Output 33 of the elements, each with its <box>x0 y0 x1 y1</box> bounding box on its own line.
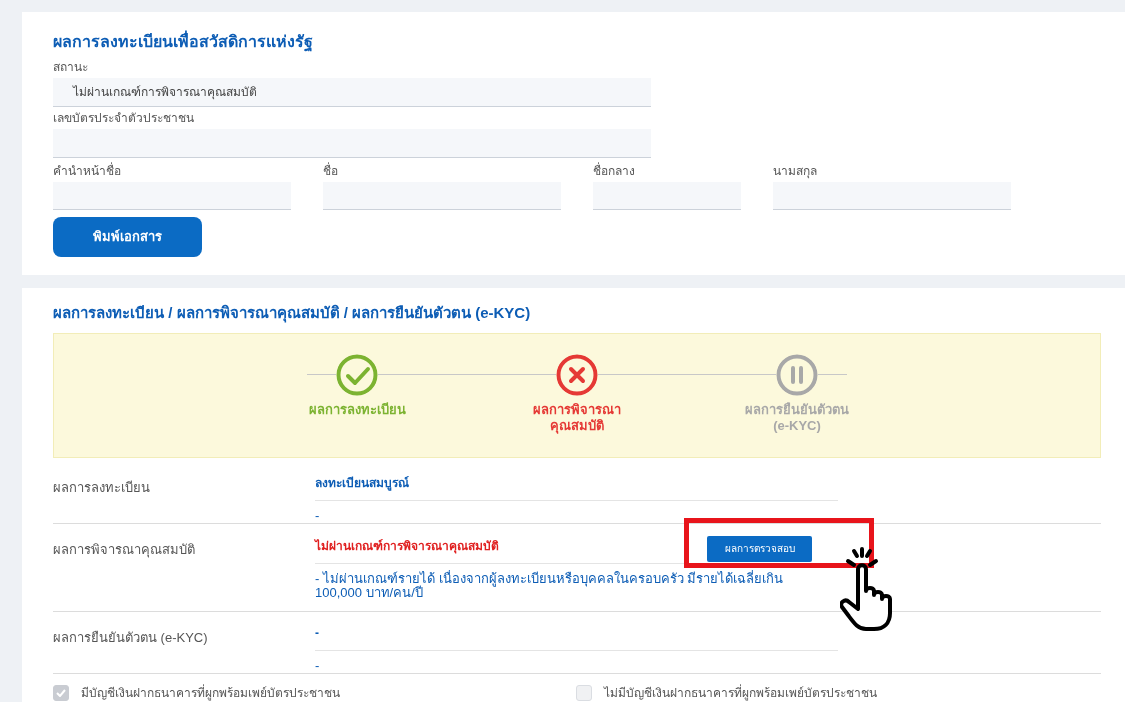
note-text: - ไม่ผ่านเกณฑ์รายได้ เนื่องจากผู้ลงทะเบียนหรือบุคคลในครอบครัว มีรายได้เฉลี่ยเกิน 100,000 บาท/คน/ปี <box>315 569 785 600</box>
note-text: - <box>315 657 321 673</box>
input-field[interactable] <box>53 129 651 158</box>
step-label: ผลการยืนยันตัวตน (e-KYC) <box>745 402 849 434</box>
checkbox[interactable] <box>576 685 592 701</box>
input-field[interactable]: ไม่ผ่านเกณฑ์การพิจารณาคุณสมบัติ <box>53 78 651 107</box>
section-title: ผลการลงทะเบียนเพื่อสวัสดิการแห่งรัฐ <box>53 30 1125 56</box>
check-result-button[interactable]: ผลการตรวจสอบ <box>707 535 812 562</box>
checkbox[interactable] <box>53 685 69 701</box>
status-value: - <box>315 625 319 642</box>
print-button[interactable]: พิมพ์เอกสาร <box>53 217 202 257</box>
row-label: ผลการยืนยันตัวตน (e-KYC) <box>53 629 209 647</box>
field-label: ชื่อ <box>323 161 339 180</box>
note-text: - <box>315 507 321 523</box>
step-label: ผลการลงทะเบียน <box>308 402 406 418</box>
input-field[interactable] <box>53 182 291 210</box>
status-value: ลงทะเบียนสมบูรณ์ <box>315 475 409 492</box>
checkbox-label: มีบัญชีเงินฝากธนาคารที่ผูกพร้อมเพย์บัตรประชาชน <box>81 684 340 702</box>
field-label: สถานะ <box>53 59 89 76</box>
status-value: ไม่ผ่านเกณฑ์การพิจารณาคุณสมบัติ <box>315 537 499 555</box>
check-icon <box>56 689 66 697</box>
section-title: ผลการลงทะเบียน / ผลการพิจารณาคุณสมบัติ / ผลการยืนยันตัวตน (e-KYC) <box>53 303 532 325</box>
input-field[interactable] <box>593 182 741 210</box>
row-label: ผลการลงทะเบียน <box>53 479 151 497</box>
field-label: นามสกุล <box>773 163 818 181</box>
field-label: คำนำหน้าชื่อ <box>53 161 122 180</box>
row-label: ผลการพิจารณาคุณสมบัติ <box>53 541 196 560</box>
input-field[interactable] <box>773 182 1011 210</box>
checkbox-label: ไม่มีบัญชีเงินฝากธนาคารที่ผูกพร้อมเพย์บัตรประชาชน <box>604 684 877 702</box>
field-label: ชื่อกลาง <box>593 161 636 180</box>
field-label: เลขบัตรประจำตัวประชาชน <box>53 110 195 127</box>
step-label: ผลการพิจารณา คุณสมบัติ <box>533 402 621 434</box>
input-field[interactable] <box>323 182 561 210</box>
